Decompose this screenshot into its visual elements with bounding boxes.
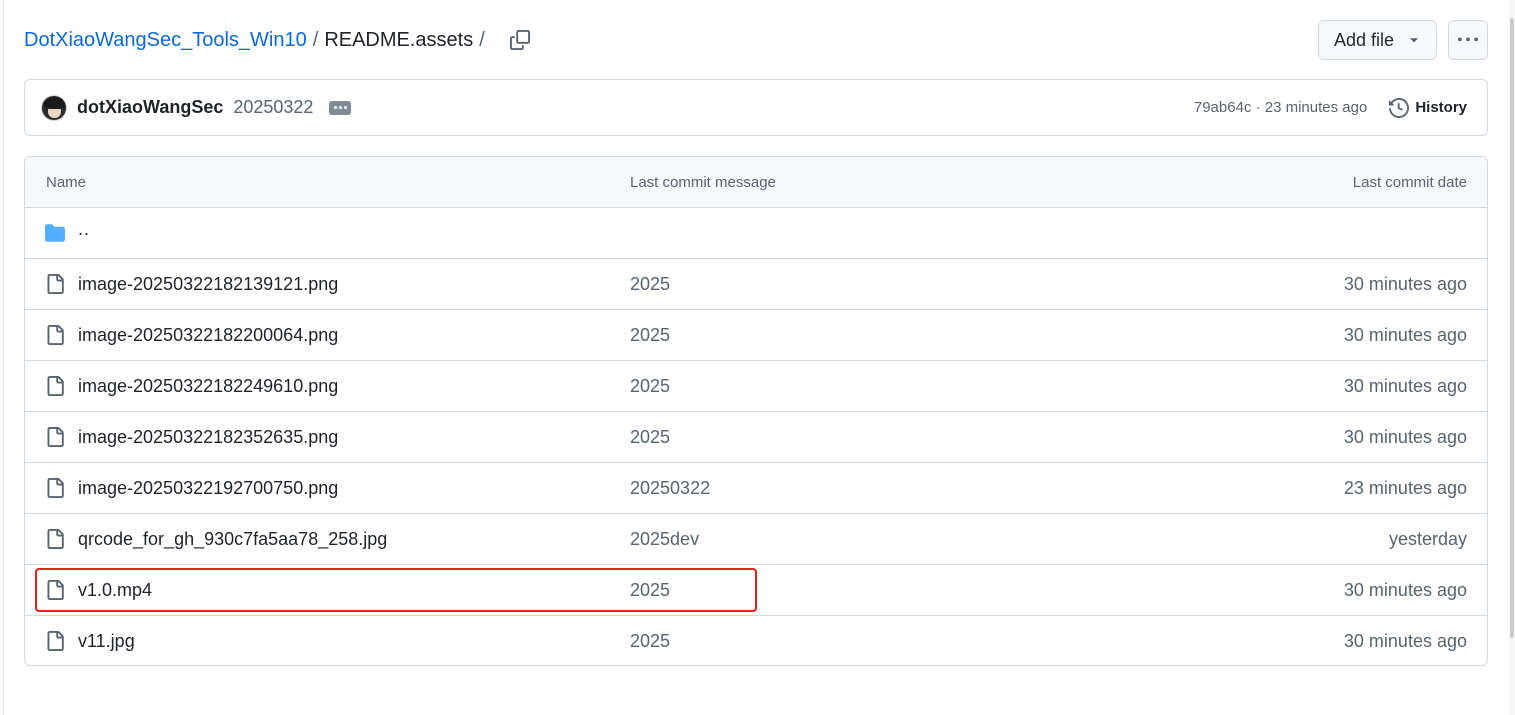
triangle-down-icon bbox=[1410, 38, 1418, 43]
commit-hash-time[interactable]: 79ab64c · 23 minutes ago bbox=[1194, 99, 1367, 116]
file-name-link[interactable]: v11.jpg bbox=[78, 631, 135, 652]
avatar-hair bbox=[44, 96, 66, 109]
file-icon bbox=[47, 325, 64, 345]
file-commit-message[interactable]: 2025 bbox=[630, 580, 670, 601]
commit-meta: 79ab64c · 23 minutes ago History bbox=[1194, 97, 1467, 118]
commit-author[interactable]: dotXiaoWangSec bbox=[77, 97, 223, 118]
file-name-link[interactable]: qrcode_for_gh_930c7fa5aa78_258.jpg bbox=[78, 529, 387, 550]
table-row[interactable]: image-20250322182249610.png 2025 30 minute… bbox=[25, 361, 1487, 412]
file-commit-message[interactable]: 2025 bbox=[630, 376, 670, 397]
file-commit-message[interactable]: 2025dev bbox=[630, 529, 699, 550]
file-commit-message[interactable]: 20250322 bbox=[630, 478, 710, 499]
file-commit-date: 30 minutes ago bbox=[1343, 580, 1467, 600]
column-header-name: Name bbox=[46, 174, 87, 191]
kebab-horizontal-icon bbox=[1458, 37, 1478, 42]
breadcrumb-current: README.assets bbox=[324, 28, 474, 51]
file-name-link[interactable]: v1.0.mp4 bbox=[78, 580, 152, 601]
table-row[interactable]: image-20250322182352635.png 2025 30 minute… bbox=[25, 412, 1487, 463]
file-icon bbox=[47, 478, 64, 498]
more-options-button[interactable] bbox=[1448, 20, 1488, 60]
folder-icon bbox=[45, 224, 65, 242]
file-rows: image-20250322182139121.png 2025 30 minute… bbox=[25, 259, 1487, 665]
file-commit-date: 23 minutes ago bbox=[1343, 478, 1467, 498]
file-name-link[interactable]: image-20250322182249610.png bbox=[78, 376, 338, 397]
column-header-message: Last commit message bbox=[630, 174, 776, 191]
history-button[interactable]: History bbox=[1389, 97, 1467, 118]
history-label: History bbox=[1415, 99, 1467, 116]
latest-commit-box: dotXiaoWangSec 20250322 79ab64c · 23 min… bbox=[24, 79, 1488, 136]
scrollbar[interactable] bbox=[1509, 0, 1515, 715]
parent-directory-row[interactable]: .. bbox=[25, 208, 1487, 259]
file-commit-date: 30 minutes ago bbox=[1343, 427, 1467, 447]
file-icon bbox=[47, 580, 64, 600]
copy-path-button[interactable] bbox=[505, 25, 535, 55]
file-icon bbox=[47, 427, 64, 447]
file-commit-message[interactable]: 2025 bbox=[630, 427, 670, 448]
breadcrumb-trailing-separator: / bbox=[479, 28, 485, 51]
file-commit-message[interactable]: 2025 bbox=[630, 325, 670, 346]
add-file-label: Add file bbox=[1334, 29, 1395, 50]
breadcrumb: DotXiaoWangSec_Tools_Win10 / README.asse… bbox=[24, 25, 535, 55]
file-icon bbox=[47, 274, 64, 294]
column-header-date: Last commit date bbox=[1352, 174, 1467, 191]
file-commit-message[interactable]: 2025 bbox=[630, 274, 670, 295]
header: DotXiaoWangSec_Tools_Win10 / README.asse… bbox=[24, 20, 1488, 60]
left-border bbox=[3, 0, 4, 715]
scrollbar-thumb[interactable] bbox=[1510, 18, 1514, 638]
history-icon bbox=[1389, 97, 1410, 118]
file-name-link[interactable]: image-20250322182139121.png bbox=[78, 274, 338, 295]
file-icon bbox=[47, 376, 64, 396]
file-commit-message[interactable]: 2025 bbox=[630, 631, 670, 652]
file-name-link[interactable]: image-20250322182352635.png bbox=[78, 427, 338, 448]
header-actions: Add file bbox=[1318, 20, 1488, 60]
file-name-link[interactable]: image-20250322182200064.png bbox=[78, 325, 338, 346]
file-commit-date: 30 minutes ago bbox=[1343, 631, 1467, 651]
file-table: Name Last commit message Last commit dat… bbox=[24, 156, 1488, 666]
breadcrumb-repo-link[interactable]: DotXiaoWangSec_Tools_Win10 bbox=[24, 29, 307, 52]
parent-directory-link[interactable]: .. bbox=[78, 219, 90, 240]
file-name-link[interactable]: image-20250322192700750.png bbox=[78, 478, 338, 499]
file-commit-date: 30 minutes ago bbox=[1343, 376, 1467, 396]
table-row[interactable]: qrcode_for_gh_930c7fa5aa78_258.jpg 2025de… bbox=[25, 514, 1487, 565]
file-commit-date: 30 minutes ago bbox=[1343, 325, 1467, 345]
table-row[interactable]: image-20250322182139121.png 2025 30 minute… bbox=[25, 259, 1487, 310]
file-icon bbox=[47, 631, 64, 651]
copy-icon bbox=[509, 30, 530, 50]
table-row[interactable]: image-20250322192700750.png 20250322 23 mi… bbox=[25, 463, 1487, 514]
table-row[interactable]: v1.0.mp4 2025 30 minutes ago bbox=[25, 565, 1487, 616]
table-header: Name Last commit message Last commit dat… bbox=[25, 157, 1487, 208]
file-icon bbox=[47, 529, 64, 549]
file-commit-date: 30 minutes ago bbox=[1343, 274, 1467, 294]
expand-commit-button[interactable] bbox=[329, 100, 352, 115]
avatar[interactable] bbox=[41, 94, 67, 121]
table-row[interactable]: image-20250322182200064.png 2025 30 minute… bbox=[25, 310, 1487, 361]
add-file-button[interactable]: Add file bbox=[1318, 20, 1437, 60]
table-row[interactable]: v11.jpg 2025 30 minutes ago bbox=[25, 616, 1487, 665]
commit-message[interactable]: 20250322 bbox=[233, 97, 313, 118]
file-commit-date: yesterday bbox=[1388, 529, 1467, 549]
page: DotXiaoWangSec_Tools_Win10 / README.asse… bbox=[0, 0, 1515, 715]
breadcrumb-separator: / bbox=[312, 28, 319, 51]
